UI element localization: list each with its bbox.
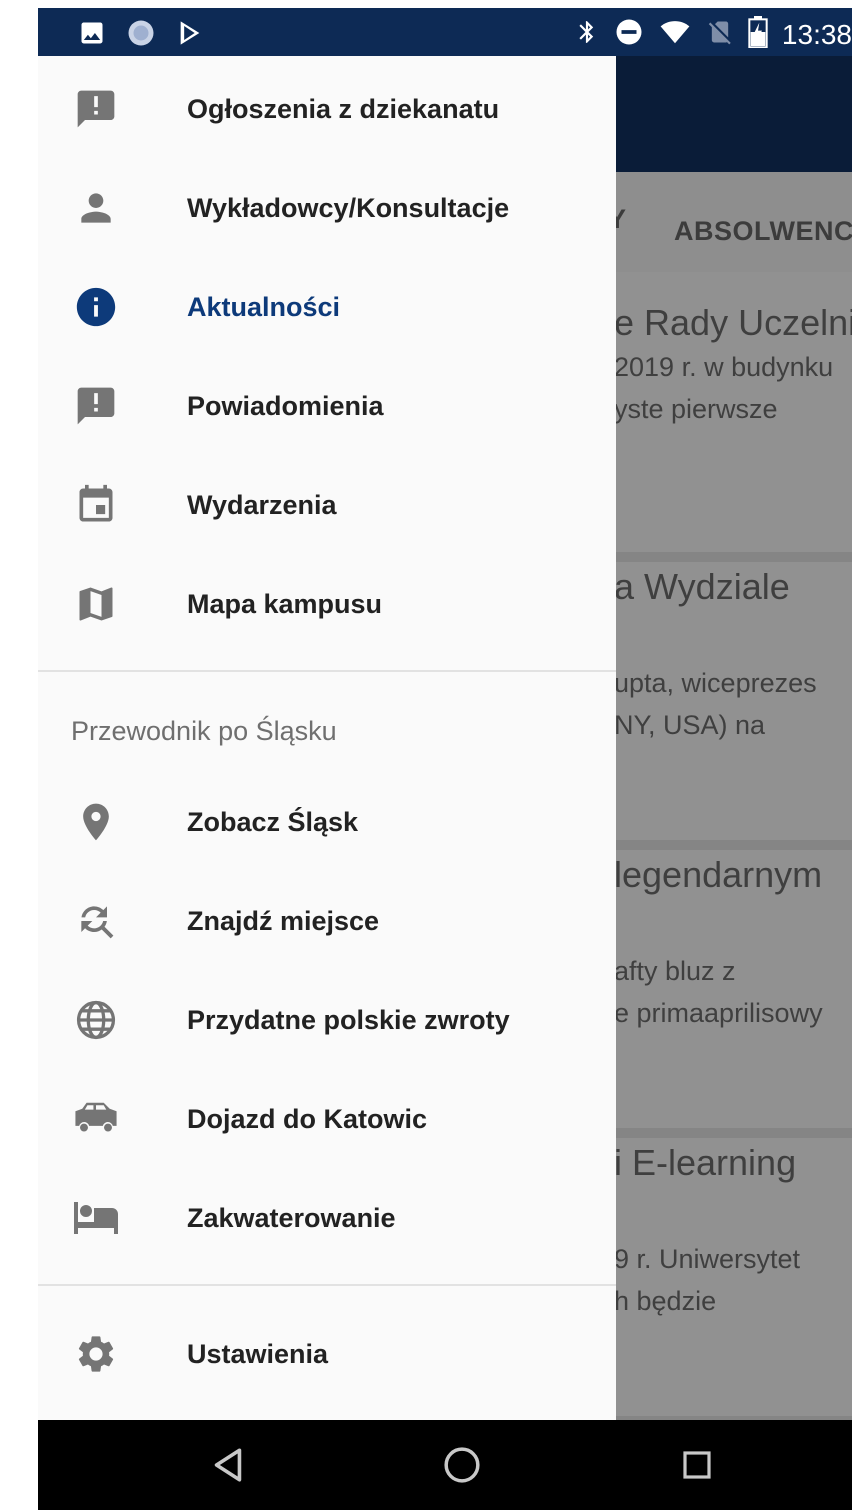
news-card-text: e primaaprilisowy	[614, 998, 823, 1028]
drawer-item-ustawienia[interactable]: Ustawienia	[38, 1306, 616, 1402]
calendar-icon	[72, 481, 120, 529]
drawer-item-dojazd[interactable]: Dojazd do Katowic	[38, 1071, 616, 1167]
drawer-item-label: Wykładowcy/Konsultacje	[187, 192, 510, 223]
map-icon	[72, 580, 120, 628]
announcement-icon	[72, 85, 120, 133]
drawer-item-label: Zobacz Śląsk	[187, 806, 359, 837]
announcement-icon	[72, 382, 120, 430]
navigation-drawer: Ogłoszenia z dziekanatu Wykładowcy/Konsu…	[38, 56, 616, 1420]
system-navigation-bar	[38, 1420, 852, 1510]
news-card-title: e Rady Uczelni	[614, 302, 852, 343]
status-bar: 13:38	[38, 8, 852, 56]
drawer-item-zwroty[interactable]: Przydatne polskie zwroty	[38, 972, 616, 1068]
app-circle-icon	[126, 18, 156, 53]
recents-icon	[681, 1449, 713, 1486]
drawer-item-label: Mapa kampusu	[187, 588, 383, 619]
no-sim-icon	[706, 17, 734, 52]
bluetooth-icon	[574, 17, 600, 52]
play-store-icon	[176, 19, 204, 52]
wifi-icon	[658, 17, 692, 52]
drawer-item-wydarzenia[interactable]: Wydarzenia	[38, 457, 616, 553]
news-card-text: upta, wiceprezes	[614, 668, 817, 698]
section-title: Przewodnik po Śląsku	[71, 716, 337, 746]
drawer-item-label: Ustawienia	[187, 1338, 329, 1369]
status-bar-system: 13:38	[574, 16, 852, 53]
car-icon	[72, 1095, 120, 1143]
drawer-item-label: Aktualności	[187, 291, 341, 322]
news-card-text: 2019 r. w budynku	[614, 352, 834, 382]
do-not-disturb-icon	[614, 17, 644, 52]
drawer-item-powiadomienia[interactable]: Powiadomienia	[38, 358, 616, 454]
status-bar-notifications	[78, 18, 204, 53]
find-replace-icon	[72, 897, 120, 945]
status-time: 13:38	[781, 18, 852, 50]
news-card-title: a Wydziale	[614, 566, 790, 607]
battery-charging-icon	[748, 16, 768, 53]
drawer-item-aktualnosci[interactable]: Aktualności	[38, 259, 616, 355]
home-icon	[443, 1446, 481, 1489]
drawer-item-label: Przydatne polskie zwroty	[187, 1004, 510, 1035]
news-card-text: afty bluz z	[614, 956, 736, 986]
news-card-text: 9 r. Uniwersytet	[614, 1244, 801, 1274]
phone-screen: 13:38 Y ABSOLWENCI e Rady Uczelni 2019 r…	[38, 8, 852, 1510]
news-card-text: NY, USA) na	[614, 710, 766, 740]
drawer-item-zakwaterowanie[interactable]: Zakwaterowanie	[38, 1170, 616, 1266]
drawer-divider	[38, 670, 616, 672]
drawer-item-ogloszenia[interactable]: Ogłoszenia z dziekanatu	[38, 61, 616, 157]
back-icon	[211, 1447, 245, 1488]
location-pin-icon	[72, 798, 120, 846]
drawer-item-label: Zakwaterowanie	[187, 1202, 396, 1233]
news-card-title: legendarnym	[614, 854, 823, 895]
bed-icon	[72, 1194, 120, 1242]
news-card-text: yste pierwsze	[614, 394, 778, 424]
recents-button[interactable]	[672, 1442, 722, 1492]
drawer-item-label: Ogłoszenia z dziekanatu	[187, 93, 500, 124]
back-button[interactable]	[203, 1442, 253, 1492]
drawer-item-label: Powiadomienia	[187, 390, 384, 421]
drawer-item-label: Dojazd do Katowic	[187, 1103, 428, 1134]
image-icon	[78, 19, 106, 52]
drawer-item-label: Znajdź miejsce	[187, 905, 380, 936]
drawer-item-znajdz-miejsce[interactable]: Znajdź miejsce	[38, 873, 616, 969]
news-card-text: h będzie	[614, 1286, 717, 1316]
info-icon	[72, 283, 120, 331]
person-icon	[72, 184, 120, 232]
drawer-divider	[38, 1284, 616, 1286]
tab-absolwenci[interactable]: ABSOLWENCI	[674, 216, 852, 247]
drawer-item-mapa[interactable]: Mapa kampusu	[38, 556, 616, 652]
globe-icon	[72, 996, 120, 1044]
drawer-item-zobacz-slask[interactable]: Zobacz Śląsk	[38, 774, 616, 870]
drawer-item-label: Wydarzenia	[187, 489, 337, 520]
gear-icon	[72, 1330, 120, 1378]
news-card-title: i E-learning	[614, 1142, 797, 1183]
home-button[interactable]	[437, 1442, 487, 1492]
drawer-item-wykladowcy[interactable]: Wykładowcy/Konsultacje	[38, 160, 616, 256]
